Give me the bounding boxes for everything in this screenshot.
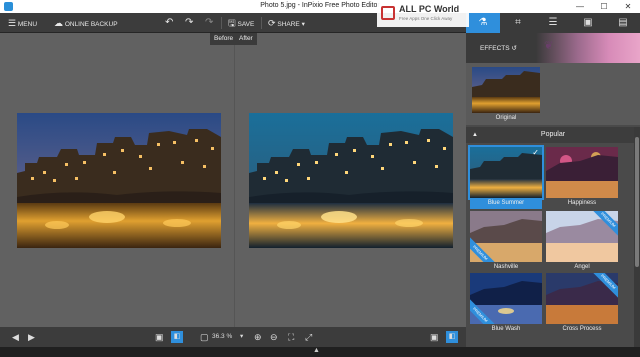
checkmark-icon: ✓ xyxy=(532,148,539,157)
menu-label: MENU xyxy=(17,21,38,28)
share-label: SHARE xyxy=(277,21,300,28)
effect-name: Cross Process xyxy=(562,326,602,332)
effect-thumbnail: PREMIUM xyxy=(470,273,542,324)
original-label: Original xyxy=(495,115,517,121)
floppy-icon: 🖫 xyxy=(228,18,236,28)
save-button[interactable]: 🖫 SAVE xyxy=(228,13,254,33)
next-photo-icon[interactable]: ▶ xyxy=(28,327,35,347)
fit-to-screen-icon[interactable]: ⛶ xyxy=(288,327,294,347)
layers-tab-layers-icon[interactable]: ▣ xyxy=(571,13,605,33)
watermark-subtitle: Free Apps One Click Away xyxy=(399,16,453,21)
save-label: SAVE xyxy=(237,21,255,28)
watermark-logo: ALL PC World Free Apps One Click Away xyxy=(377,1,469,27)
before-label[interactable]: Before xyxy=(210,33,238,45)
menu-button[interactable]: ☰ MENU xyxy=(8,13,37,33)
zoom-in-icon[interactable]: ⊕ xyxy=(254,327,262,347)
close-button[interactable]: ✕ xyxy=(616,0,640,13)
undo-icon[interactable]: ↶ xyxy=(165,13,173,33)
expand-caret-icon[interactable]: ▲ xyxy=(313,347,320,354)
split-view-icon[interactable]: ◧ xyxy=(171,331,183,343)
bottom-toolbar: ◀ ▶ ▣ ◧ ▢ 36.3 % ▾ ⊕ ⊖ ⛶ ⤢ ▣ ◧ xyxy=(0,327,466,347)
effect-angel[interactable]: PREMIUM Angel xyxy=(546,211,618,273)
effects-header: ❦ EFFECTS ↺ xyxy=(466,33,640,63)
gallery-tab-gallery-icon[interactable]: ▤ xyxy=(606,13,640,33)
after-label[interactable]: After xyxy=(235,33,257,45)
original-effect[interactable]: Original xyxy=(466,63,640,125)
effect-name: Blue Summer xyxy=(470,198,542,209)
after-photo xyxy=(249,113,453,248)
popular-section-header[interactable]: ▲ Popular xyxy=(466,127,640,143)
effect-name: Blue Wash xyxy=(491,326,521,332)
share-button[interactable]: ⟳ SHARE ▾ xyxy=(268,13,305,33)
online-backup-label: ONLINE BACKUP xyxy=(64,21,118,28)
single-view-icon[interactable]: ▣ xyxy=(155,327,164,347)
title-bar: Photo 5.jpg - InPixio Free Photo Editor … xyxy=(0,0,640,13)
before-photo xyxy=(17,113,221,248)
effects-label: EFFECTS xyxy=(480,45,510,52)
effect-name: Nashville xyxy=(493,264,519,270)
toolbar-divider xyxy=(221,17,222,29)
crop-tab-crop-icon[interactable]: ⌗ xyxy=(501,13,535,33)
effect-thumbnail: PREMIUM xyxy=(546,211,618,262)
effect-happiness[interactable]: Happiness xyxy=(546,147,618,209)
chevron-down-icon: ▾ xyxy=(301,21,305,28)
maximize-button[interactable]: ☐ xyxy=(592,0,616,13)
effects-tab-flask-icon[interactable]: ⚗ xyxy=(466,13,500,33)
effect-thumbnail xyxy=(546,147,618,198)
back-arrow-icon: ↺ xyxy=(511,45,517,52)
actual-size-icon[interactable]: ⤢ xyxy=(305,327,312,347)
butterfly-icon: ❦ xyxy=(544,40,554,52)
zoom-frame-icon: ▢ xyxy=(200,332,209,342)
panel-tabs: ⚗ ⌗ ☰ ▣ ▤ xyxy=(466,13,640,33)
effects-panel: ❦ EFFECTS ↺ Original ▲ Popular ✓ Blue Su… xyxy=(466,33,640,347)
toolbar-divider xyxy=(261,17,262,29)
adjust-tab-sliders-icon[interactable]: ☰ xyxy=(536,13,570,33)
zoom-out-icon[interactable]: ⊖ xyxy=(270,327,278,347)
compare-icon[interactable]: ▣ xyxy=(430,327,439,347)
effect-blue-wash[interactable]: PREMIUM Blue Wash xyxy=(470,273,542,335)
pc-logo-icon xyxy=(381,6,395,20)
editor-canvas[interactable]: Before After xyxy=(0,33,466,327)
chevron-down-icon[interactable]: ▾ xyxy=(240,327,243,347)
effect-name: Angel xyxy=(574,264,590,270)
popular-title: Popular xyxy=(540,131,566,138)
effect-thumbnail: PREMIUM xyxy=(470,211,542,262)
effect-nashville[interactable]: PREMIUM Nashville xyxy=(470,211,542,273)
status-bar: ▲ xyxy=(0,347,640,357)
zoom-level[interactable]: 36.3 % xyxy=(212,327,232,347)
fullscreen-icon[interactable]: ◧ xyxy=(446,331,458,343)
share-icon: ⟳ xyxy=(268,18,276,28)
previous-photo-icon[interactable]: ◀ xyxy=(12,327,19,347)
online-backup-button[interactable]: ☁ ONLINE BACKUP xyxy=(54,13,118,33)
effect-cross-process[interactable]: PREMIUM Cross Process xyxy=(546,273,618,335)
effect-blue-summer[interactable]: ✓ Blue Summer xyxy=(468,145,544,209)
window-title: Photo 5.jpg - InPixio Free Photo Editor xyxy=(260,2,380,9)
watermark-title: ALL PC World xyxy=(399,4,460,14)
effect-name: Happiness xyxy=(567,200,597,206)
redo-all-icon[interactable]: ↷ xyxy=(205,13,213,33)
hamburger-icon: ☰ xyxy=(8,18,17,28)
before-after-divider[interactable] xyxy=(234,33,235,327)
original-thumbnail xyxy=(472,67,540,113)
cloud-icon: ☁ xyxy=(54,18,63,28)
effect-thumbnail: PREMIUM xyxy=(546,273,618,324)
collapse-caret-icon: ▲ xyxy=(472,132,478,138)
scrollbar-thumb[interactable] xyxy=(635,137,639,267)
effects-back-button[interactable]: EFFECTS ↺ xyxy=(480,44,517,52)
redo-icon[interactable]: ↷ xyxy=(185,13,193,33)
effect-thumbnail: ✓ xyxy=(468,145,544,200)
minimize-button[interactable]: — xyxy=(568,0,592,13)
effects-scrollbar[interactable] xyxy=(634,127,640,347)
